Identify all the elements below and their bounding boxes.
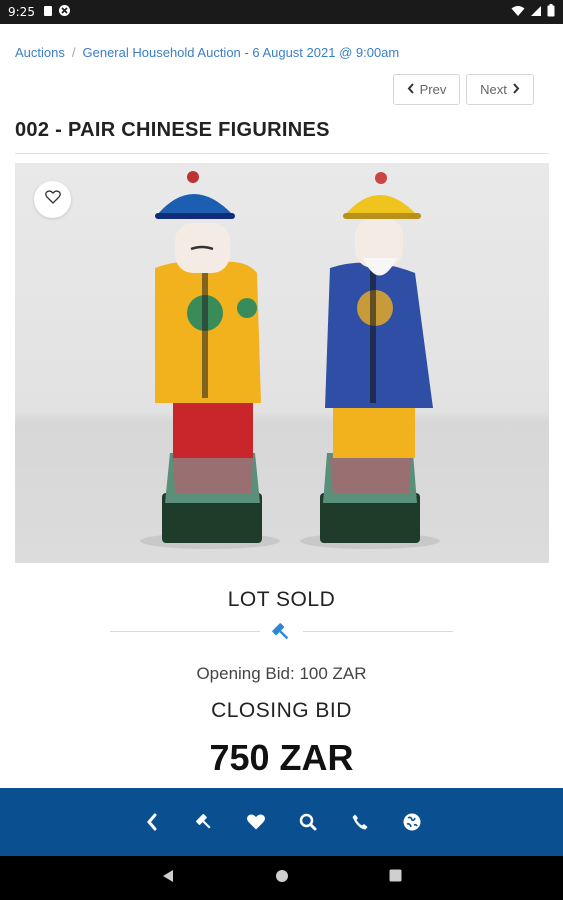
closing-bid-label: CLOSING BID xyxy=(211,699,352,722)
search-icon[interactable] xyxy=(297,811,319,833)
figurines-photo xyxy=(15,163,549,563)
globe-icon[interactable] xyxy=(401,811,423,833)
vpn-icon xyxy=(58,4,71,20)
phone-icon[interactable] xyxy=(349,811,371,833)
favorite-button[interactable] xyxy=(34,181,71,218)
status-divider-left xyxy=(110,631,260,632)
lot-image[interactable] xyxy=(15,163,549,563)
prev-label: Prev xyxy=(419,82,447,97)
system-back-icon[interactable] xyxy=(161,869,175,888)
lot-pager: Prev Next xyxy=(393,74,534,105)
bottom-nav xyxy=(0,788,563,856)
gavel-icon xyxy=(270,621,292,643)
system-recents-icon[interactable] xyxy=(389,869,402,887)
heart-outline-icon xyxy=(44,190,61,209)
breadcrumb-auction-link[interactable]: General Household Auction - 6 August 202… xyxy=(83,45,400,60)
breadcrumb-auctions-link[interactable]: Auctions xyxy=(15,45,65,60)
next-button[interactable]: Next xyxy=(466,74,534,105)
lot-title: 002 - PAIR CHINESE FIGURINES xyxy=(15,119,330,141)
battery-icon xyxy=(547,4,555,20)
chevron-right-icon xyxy=(512,82,520,97)
title-divider xyxy=(15,153,549,154)
back-icon[interactable] xyxy=(141,811,163,833)
signal-icon xyxy=(530,5,542,20)
status-time: 9:25 xyxy=(8,5,35,19)
status-bar: 9:25 xyxy=(0,0,563,24)
notification-icon xyxy=(43,5,53,20)
wifi-icon xyxy=(511,5,525,20)
status-divider-right xyxy=(303,631,453,632)
next-label: Next xyxy=(480,82,507,97)
breadcrumb: Auctions / General Household Auction - 6 A… xyxy=(15,45,399,60)
gavel-icon[interactable] xyxy=(193,811,215,833)
closing-bid-amount: 750 ZAR xyxy=(209,737,354,778)
lot-status: LOT SOLD xyxy=(227,588,336,611)
system-home-icon[interactable] xyxy=(275,869,289,888)
breadcrumb-separator: / xyxy=(71,45,76,60)
system-nav-bar xyxy=(0,856,563,900)
prev-button[interactable]: Prev xyxy=(393,74,460,105)
heart-icon[interactable] xyxy=(245,811,267,833)
chevron-left-icon xyxy=(407,82,415,97)
opening-bid: Opening Bid: 100 ZAR xyxy=(196,664,367,683)
